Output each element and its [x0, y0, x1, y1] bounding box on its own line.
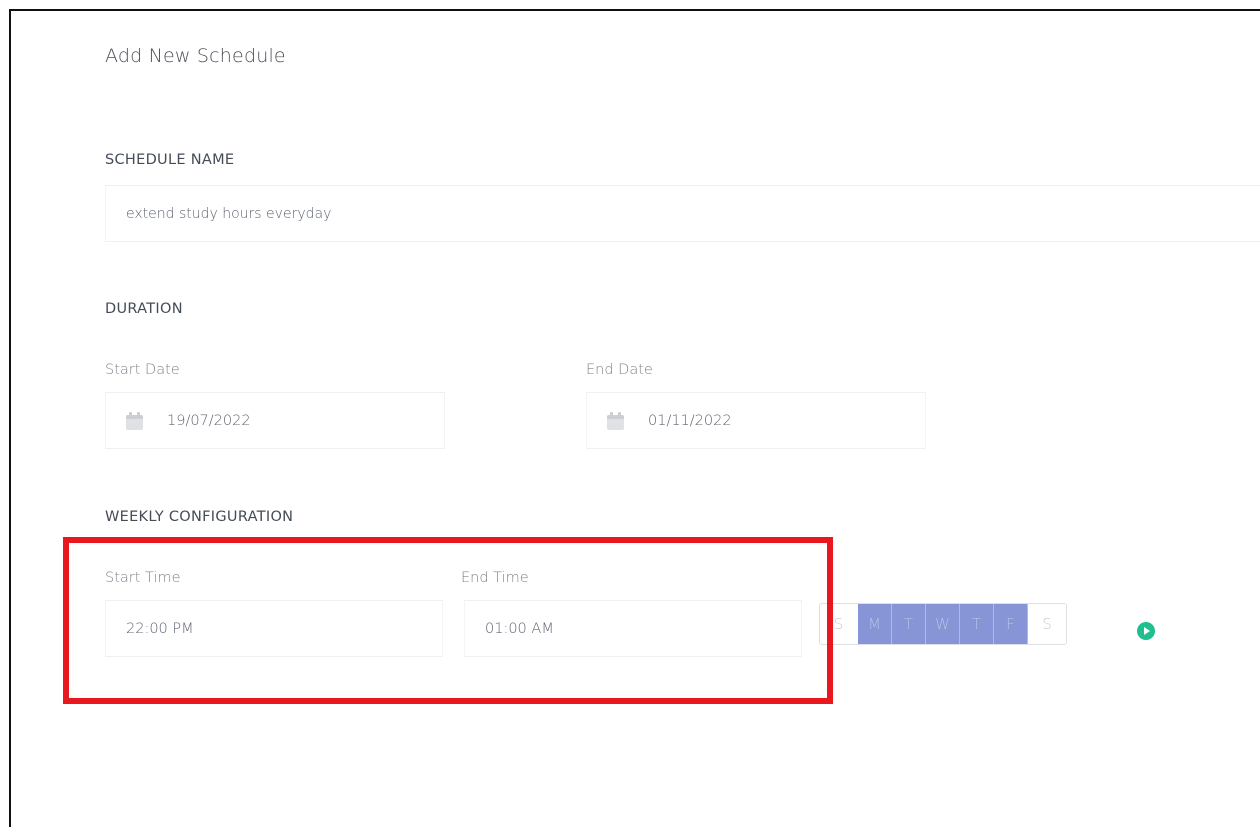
day-toggle-saturday[interactable]: S — [1028, 604, 1066, 644]
schedule-name-value: extend study hours everyday — [126, 205, 332, 222]
end-date-label: End Date — [586, 362, 653, 378]
weekday-selector: S M T W T F S — [819, 603, 1067, 645]
end-date-input[interactable]: 01/11/2022 — [586, 392, 926, 449]
schedule-name-input[interactable]: extend study hours everyday — [105, 185, 1260, 242]
day-toggle-tuesday[interactable]: T — [892, 604, 926, 644]
day-toggle-monday[interactable]: M — [858, 604, 892, 644]
duration-label: DURATION — [105, 301, 183, 317]
start-date-value: 19/07/2022 — [167, 412, 251, 429]
day-toggle-thursday[interactable]: T — [960, 604, 994, 644]
page-title: Add New Schedule — [105, 45, 286, 67]
day-toggle-wednesday[interactable]: W — [926, 604, 960, 644]
start-date-input[interactable]: 19/07/2022 — [105, 392, 445, 449]
schedule-name-label: SCHEDULE NAME — [105, 152, 235, 168]
weekly-configuration-label: WEEKLY CONFIGURATION — [105, 509, 294, 525]
calendar-icon[interactable] — [126, 411, 143, 430]
day-toggle-friday[interactable]: F — [994, 604, 1028, 644]
highlight-box — [63, 537, 833, 704]
add-circle-icon[interactable] — [1137, 622, 1155, 640]
end-date-value: 01/11/2022 — [648, 412, 732, 429]
schedule-form-window: Add New Schedule SCHEDULE NAME extend st… — [9, 9, 1260, 827]
calendar-icon[interactable] — [607, 411, 624, 430]
start-date-label: Start Date — [105, 362, 180, 378]
